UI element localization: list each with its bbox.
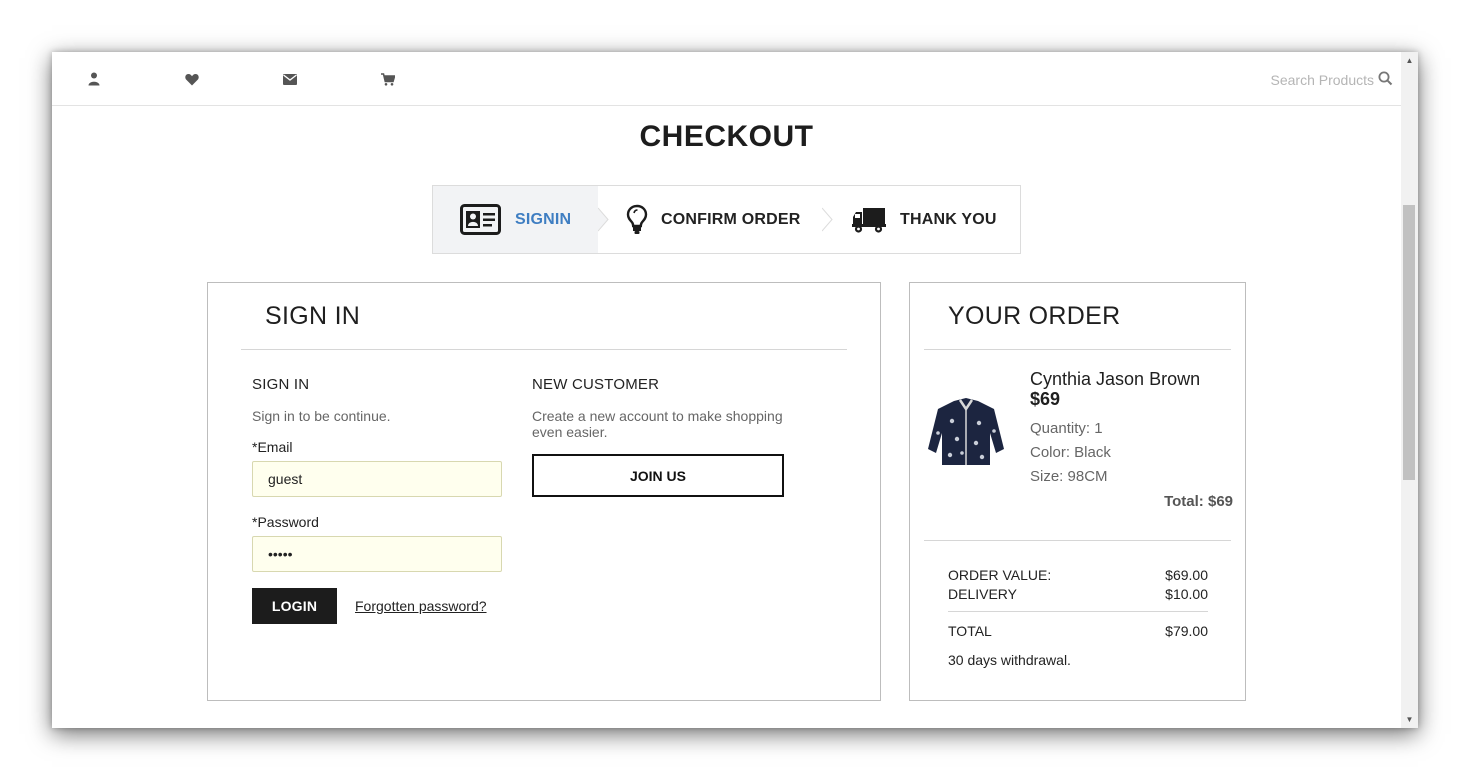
product-name[interactable]: Cynthia Jason Brown	[1030, 370, 1240, 389]
delivery-label: DELIVERY	[948, 586, 1017, 602]
search-input[interactable]	[1202, 68, 1376, 92]
email-label: *Email	[252, 439, 293, 455]
divider	[241, 349, 847, 350]
withdrawal-note: 30 days withdrawal.	[948, 652, 1071, 668]
forgot-password-link[interactable]: Forgotten password?	[355, 598, 487, 614]
order-value-label: ORDER VALUE:	[948, 567, 1052, 583]
new-customer-text-line: Create a new account to make shopping	[532, 408, 783, 424]
signin-card: SIGN IN SIGN IN Sign in to be continue. …	[207, 282, 881, 701]
envelope-icon[interactable]	[281, 70, 299, 88]
heart-icon[interactable]	[183, 70, 201, 88]
product-color: Color: Black	[1030, 444, 1111, 461]
truck-icon	[852, 206, 886, 234]
total-label: TOTAL	[948, 623, 992, 639]
divider	[948, 611, 1208, 612]
divider	[924, 540, 1231, 541]
scroll-down-arrow-icon[interactable]: ▼	[1401, 711, 1418, 728]
delivery-value: $10.00	[1165, 586, 1208, 602]
product-size: Size: 98CM	[1030, 468, 1108, 485]
order-card: YOUR ORDER Cynthia Jason Brown $69 Quant…	[909, 282, 1246, 701]
checkout-steps: SIGNIN CONFIRM ORDER THANK YOU	[432, 185, 1021, 254]
divider	[924, 349, 1231, 350]
scrollbar-thumb[interactable]	[1403, 205, 1415, 480]
step-thank-you[interactable]: THANK YOU	[822, 186, 1020, 253]
cart-icon[interactable]	[379, 70, 397, 88]
step-thank-you-label: THANK YOU	[900, 210, 997, 228]
total-value: $79.00	[1165, 623, 1208, 639]
login-button[interactable]: LOGIN	[252, 588, 337, 624]
id-card-icon	[460, 204, 501, 235]
user-icon[interactable]	[85, 70, 103, 88]
step-signin[interactable]: SIGNIN	[433, 186, 598, 253]
top-bar	[52, 52, 1401, 106]
signin-heading: SIGN IN	[252, 376, 310, 393]
step-signin-label: SIGNIN	[515, 210, 572, 228]
product-image[interactable]	[924, 393, 1008, 471]
product-price: $69	[1030, 389, 1061, 409]
lightbulb-icon	[626, 204, 648, 235]
signin-card-title: SIGN IN	[265, 302, 361, 330]
password-label: *Password	[252, 514, 319, 530]
new-customer-text: Create a new account to make shopping ev…	[532, 408, 783, 440]
email-field[interactable]	[252, 461, 502, 497]
product-total: Total: $69	[1164, 493, 1233, 510]
step-confirm-order[interactable]: CONFIRM ORDER	[598, 186, 822, 253]
search-icon[interactable]	[1378, 71, 1394, 87]
new-customer-text-line: even easier.	[532, 424, 608, 440]
product-quantity: Quantity: 1	[1030, 420, 1103, 437]
join-us-button[interactable]: JOIN US	[532, 454, 784, 497]
order-card-title: YOUR ORDER	[948, 302, 1121, 330]
order-value: $69.00	[1165, 567, 1208, 583]
scrollbar[interactable]: ▲ ▼	[1401, 52, 1418, 728]
step-confirm-order-label: CONFIRM ORDER	[661, 210, 801, 228]
scroll-up-arrow-icon[interactable]: ▲	[1401, 52, 1418, 69]
page-title: CHECKOUT	[639, 120, 814, 153]
password-field[interactable]	[252, 536, 502, 572]
signin-subtitle: Sign in to be continue.	[252, 408, 391, 424]
browser-window: CHECKOUT SIGNIN	[52, 52, 1418, 728]
new-customer-heading: NEW CUSTOMER	[532, 376, 660, 393]
